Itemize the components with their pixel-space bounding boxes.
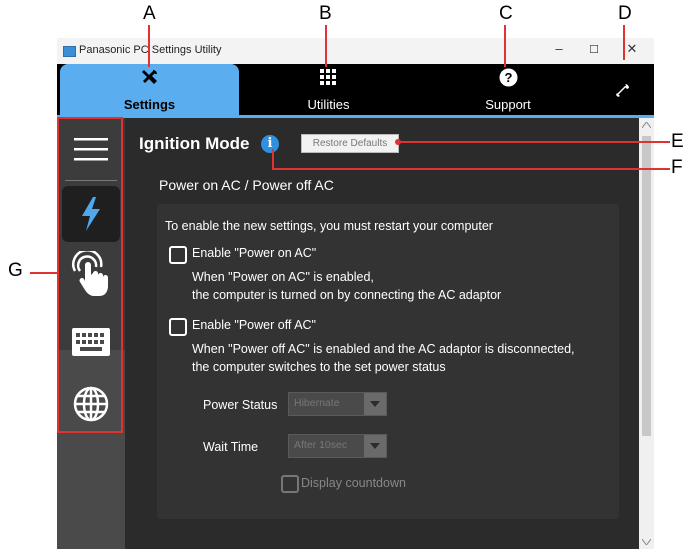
- callout-f-line: [272, 168, 670, 170]
- restore-defaults-button[interactable]: Restore Defaults: [301, 134, 399, 153]
- callout-a-line: [148, 25, 150, 67]
- callout-g-line: [30, 272, 58, 274]
- tab-settings[interactable]: Settings: [60, 64, 239, 115]
- scrollbar-thumb[interactable]: [642, 136, 651, 436]
- info-icon[interactable]: i: [261, 135, 279, 153]
- grid-icon: [320, 69, 336, 85]
- window-title: Panasonic PC Settings Utility: [79, 44, 222, 56]
- callout-c-line: [504, 25, 506, 67]
- power-status-dropdown[interactable]: Hibernate: [288, 392, 387, 416]
- tab-utilities[interactable]: Utilities: [239, 64, 418, 115]
- app-icon: [63, 46, 76, 57]
- display-countdown-label: Display countdown: [301, 476, 406, 490]
- power-on-ac-desc-2: the computer is turned on by connecting …: [192, 288, 502, 302]
- callout-e-dot: [395, 139, 401, 145]
- app-window: Panasonic PC Settings Utility – ☐ ✕ Sett…: [57, 38, 654, 549]
- callout-b-line: [325, 25, 327, 67]
- page-title: Ignition Mode: [139, 134, 250, 153]
- close-button[interactable]: ✕: [617, 41, 647, 57]
- callout-a: A: [143, 3, 156, 24]
- maximize-button[interactable]: ☐: [579, 43, 609, 56]
- callout-d-line: [623, 25, 625, 60]
- display-countdown-checkbox[interactable]: [281, 475, 299, 493]
- callout-d: D: [618, 3, 632, 24]
- power-on-ac-desc-1: When "Power on AC" is enabled,: [192, 270, 374, 284]
- power-status-value: Hibernate: [294, 397, 340, 409]
- power-on-ac-checkbox[interactable]: [169, 246, 187, 264]
- chevron-down-icon: [364, 435, 386, 457]
- callout-e-line: [398, 141, 670, 143]
- power-off-ac-label: Enable "Power off AC": [192, 318, 316, 332]
- scroll-down-icon[interactable]: [642, 539, 651, 545]
- scroll-up-icon[interactable]: [642, 122, 651, 128]
- callout-f: F: [671, 157, 683, 178]
- wait-time-label: Wait Time: [203, 440, 259, 454]
- tab-support-label: Support: [485, 97, 531, 112]
- callout-e: E: [671, 131, 684, 152]
- callout-c: C: [499, 3, 513, 24]
- tab-bar: Settings Utilities ? Support: [57, 64, 654, 115]
- wait-time-value: After 10sec: [294, 439, 348, 451]
- tab-tools[interactable]: [598, 64, 654, 115]
- tab-utilities-label: Utilities: [307, 97, 350, 112]
- svg-text:?: ?: [505, 70, 513, 85]
- power-on-ac-label: Enable "Power on AC": [192, 246, 317, 260]
- wrench-icon: [616, 84, 629, 97]
- question-icon: ?: [499, 68, 518, 87]
- chevron-down-icon: [364, 393, 386, 415]
- restart-note: To enable the new settings, you must res…: [165, 219, 493, 233]
- wait-time-dropdown[interactable]: After 10sec: [288, 434, 387, 458]
- section-title: Power on AC / Power off AC: [159, 177, 334, 193]
- power-status-label: Power Status: [203, 398, 278, 412]
- tab-support[interactable]: ? Support: [418, 64, 598, 115]
- power-off-ac-checkbox[interactable]: [169, 318, 187, 336]
- vertical-scrollbar[interactable]: [639, 118, 654, 549]
- settings-panel: To enable the new settings, you must res…: [157, 204, 619, 519]
- minimize-button[interactable]: –: [544, 41, 574, 56]
- main-content: Ignition Mode i Restore Defaults Power o…: [125, 118, 639, 549]
- tools-icon: [142, 70, 157, 84]
- callout-f-line-vertical: [272, 149, 274, 170]
- callout-g-bracket: [57, 117, 123, 433]
- power-off-ac-desc-2: the computer switches to the set power s…: [192, 360, 446, 374]
- callout-g: G: [8, 260, 23, 281]
- power-off-ac-desc-1: When "Power off AC" is enabled and the A…: [192, 342, 575, 356]
- tab-settings-label: Settings: [123, 97, 176, 112]
- title-bar: Panasonic PC Settings Utility – ☐ ✕: [57, 38, 654, 64]
- callout-b: B: [319, 3, 332, 24]
